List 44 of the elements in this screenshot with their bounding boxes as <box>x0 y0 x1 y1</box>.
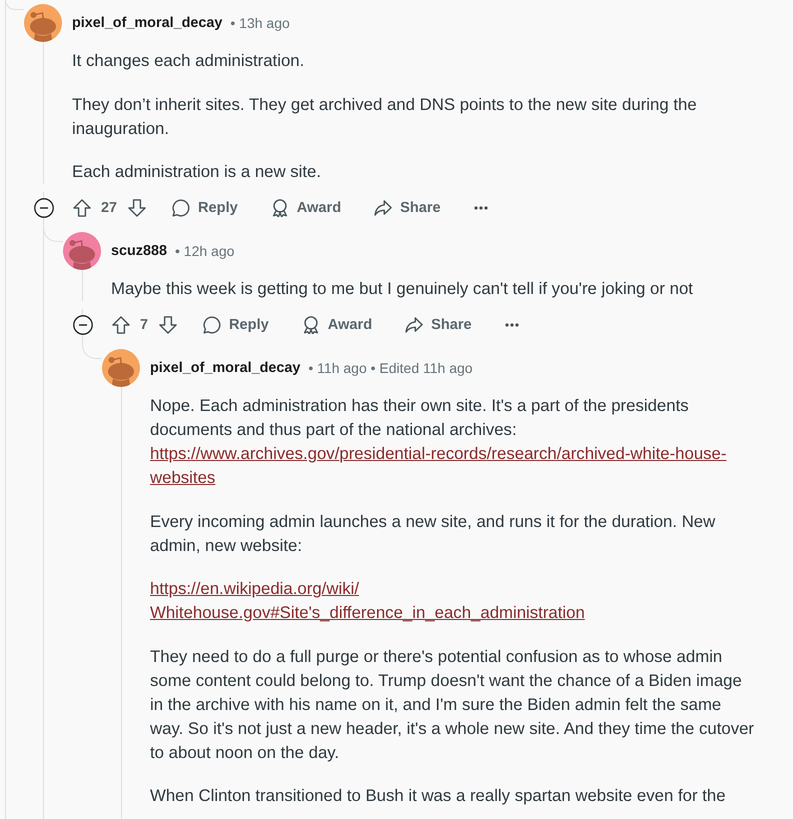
minus-circle-icon <box>34 198 54 218</box>
award-button[interactable]: Award <box>294 309 380 341</box>
upvote-button[interactable] <box>72 199 92 217</box>
ellipsis-icon <box>474 206 488 210</box>
award-button[interactable]: Award <box>262 192 350 224</box>
comment-text: When Clinton transitioned to Bush it was a really spartan website even for the <box>150 785 727 807</box>
comment-text: They need to do a full purge or there's potential confusion as to whose admin some content could belong to. Trump doesn't want the chance of a Biden image in the archive with his name on it, and I'm sure the Biden admin felt the same way. So it's not just a new header, it's a whole new site. And they time the cutover to about noon on the day. <box>150 646 756 764</box>
medal-icon <box>302 316 320 334</box>
medal-icon <box>270 199 289 217</box>
comment-meta: • 13h ago <box>230 15 290 31</box>
share-icon <box>374 199 392 217</box>
comment-meta: • 11h ago • Edited 11h ago <box>308 360 473 376</box>
upvote-button[interactable] <box>111 316 131 334</box>
comment-text: Nope. Each administration has their own site. It's a part of the presidents documents and thus part of the national archives: https://www.archives.gov/presidential-records/research/archived-white-house-websites <box>150 394 758 490</box>
collapse-button[interactable] <box>34 198 54 218</box>
comment-text: Each administration is a new site. <box>72 161 322 183</box>
username[interactable]: pixel_of_moral_decay <box>150 360 300 376</box>
link[interactable]: https://www.archives.gov/presidential-records/research/archived-white-house-websites <box>150 442 758 490</box>
collapse-button[interactable] <box>72 315 92 335</box>
minus-circle-icon <box>72 315 92 335</box>
arrow-up-icon <box>73 199 91 217</box>
username[interactable]: pixel_of_moral_decay <box>72 15 222 31</box>
username[interactable]: scuz888 <box>111 243 168 259</box>
reply-button[interactable]: Reply <box>164 192 246 224</box>
share-icon <box>405 316 424 334</box>
downvote-button[interactable] <box>127 199 148 217</box>
share-button[interactable]: Share <box>397 309 480 341</box>
vote-count: 27 <box>101 200 118 216</box>
speech-bubble-icon <box>172 199 190 217</box>
comment-text: Maybe this week is getting to me but I genuinely can't tell if you're joking or not <box>111 278 694 300</box>
reply-button[interactable]: Reply <box>195 309 277 341</box>
arrow-down-icon <box>159 316 178 334</box>
comment-meta: • 12h ago <box>175 243 234 259</box>
comment-text: It changes each administration. <box>72 50 306 72</box>
vote-count: 7 <box>140 317 148 333</box>
arrow-down-icon <box>128 199 146 217</box>
speech-bubble-icon <box>203 316 222 334</box>
comment-text: Every incoming admin launches a new site, and runs it for the duration. New admin, new website: <box>150 510 716 556</box>
link[interactable]: https://en.wikipedia.org/wiki/Whitehouse.gov#Site's_difference_in_each_administration <box>150 577 758 625</box>
share-button[interactable]: Share <box>366 192 449 224</box>
comment-text: They don’t inherit sites. They get archived and DNS points to the new site during the inauguration. <box>72 94 698 140</box>
arrow-up-icon <box>112 316 130 334</box>
ellipsis-icon <box>504 323 519 327</box>
downvote-button[interactable] <box>158 316 178 334</box>
